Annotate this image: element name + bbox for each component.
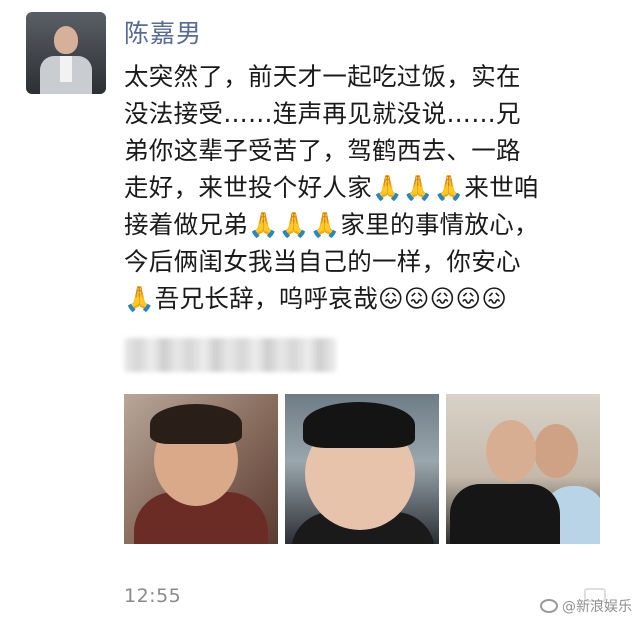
avatar-head (54, 26, 78, 54)
post-photo-3[interactable] (446, 394, 600, 544)
source-watermark: @新浪娱乐 (540, 596, 632, 616)
post-text-line: 没法接受……连声再见就没说……兄 (124, 99, 521, 128)
avatar[interactable] (26, 12, 106, 94)
post-text-line: 今后俩闺女我当自己的一样，你安心 (124, 247, 521, 276)
watermark-text: @新浪娱乐 (562, 599, 632, 615)
post-text-line: 走好，来世投个好人家🙏🙏🙏来世咱 (124, 173, 539, 202)
post-photo-2[interactable] (285, 394, 439, 544)
post-timestamp: 12:55 (124, 585, 182, 607)
avatar-shirt (60, 56, 72, 82)
weibo-icon (540, 599, 558, 613)
post-author-name[interactable]: 陈嘉男 (124, 14, 202, 50)
blurred-text-strip (124, 338, 336, 372)
post-text: 太突然了，前天才一起吃过饭，实在 没法接受……连声再见就没说……兄 弟你这辈子受… (124, 58, 624, 317)
post-text-line: 太突然了，前天才一起吃过饭，实在 (124, 62, 521, 91)
post-text-line: 弟你这辈子受苦了，驾鹤西去、一路 (124, 136, 521, 165)
post-photo-1[interactable] (124, 394, 278, 544)
post-text-line: 🙏吾兄长辞，呜呼哀哉😖😖😖😖😖 (124, 284, 508, 313)
post-text-line: 接着做兄弟🙏🙏🙏家里的事情放心， (124, 210, 539, 239)
